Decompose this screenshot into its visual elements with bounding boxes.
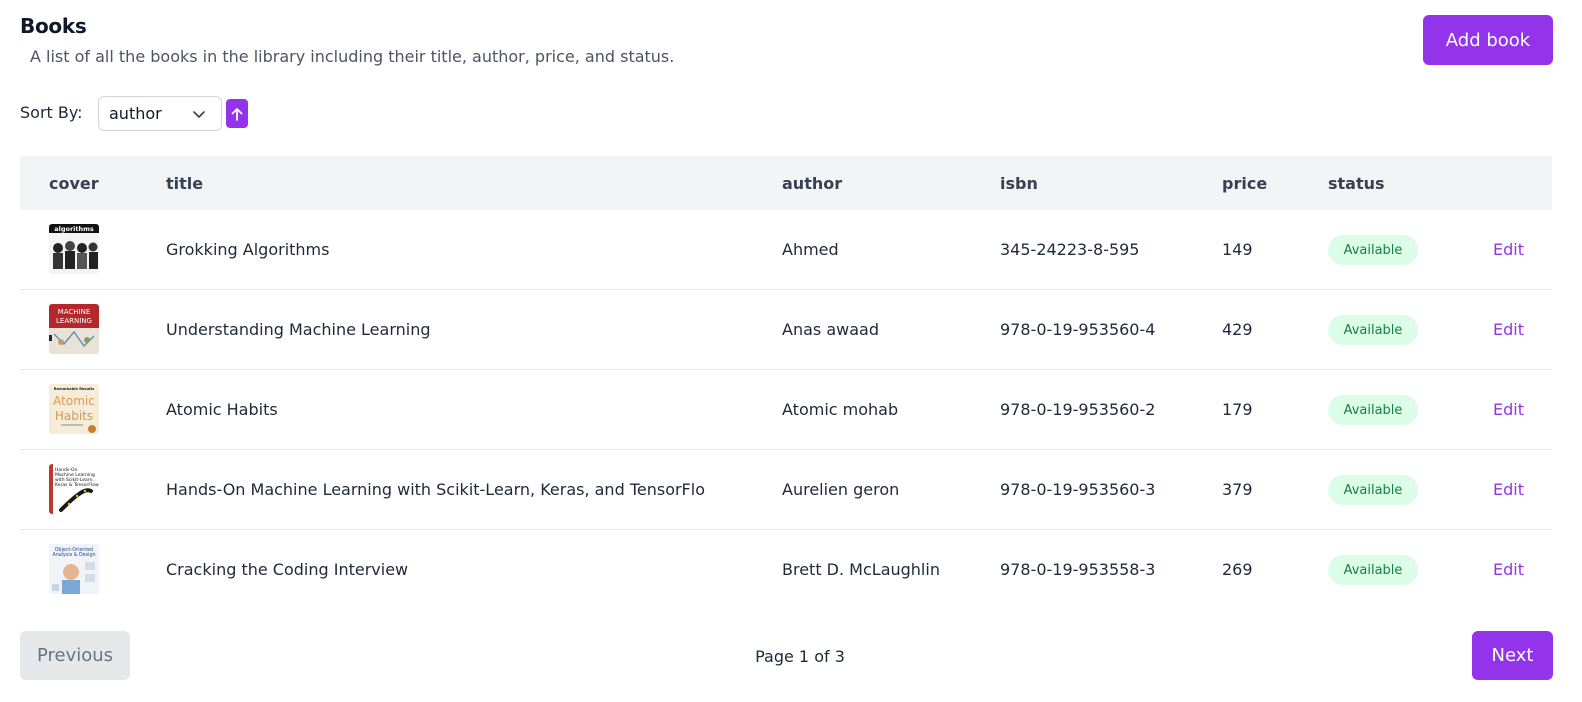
table-row: algorithms Grokking Algorithms Ahmed 345… bbox=[20, 210, 1552, 290]
edit-link[interactable]: Edit bbox=[1493, 400, 1524, 419]
book-cover-image: algorithms bbox=[49, 224, 99, 274]
book-price: 429 bbox=[1222, 320, 1253, 339]
book-title: Grokking Algorithms bbox=[166, 240, 330, 259]
edit-link[interactable]: Edit bbox=[1493, 560, 1524, 579]
arrow-up-icon bbox=[231, 107, 243, 121]
svg-text:Atomic: Atomic bbox=[53, 394, 95, 408]
svg-text:algorithms: algorithms bbox=[54, 225, 94, 233]
book-price: 149 bbox=[1222, 240, 1253, 259]
book-title: Atomic Habits bbox=[166, 400, 278, 419]
table-row: Object-Oriented Analysis & Design Cracki… bbox=[20, 530, 1552, 610]
svg-text:LEARNING: LEARNING bbox=[56, 317, 92, 325]
page-indicator: Page 1 of 3 bbox=[755, 647, 845, 666]
status-badge: Available bbox=[1328, 395, 1418, 425]
sort-select[interactable]: author bbox=[98, 96, 222, 131]
book-author: Ahmed bbox=[782, 240, 839, 259]
edit-link[interactable]: Edit bbox=[1493, 240, 1524, 259]
column-header-status[interactable]: status bbox=[1328, 174, 1385, 193]
page-subtitle: A list of all the books in the library i… bbox=[30, 47, 675, 66]
book-price: 379 bbox=[1222, 480, 1253, 499]
page-title: Books bbox=[20, 14, 87, 38]
svg-text:Habits: Habits bbox=[55, 409, 93, 423]
book-isbn: 345-24223-8-595 bbox=[1000, 240, 1140, 259]
book-author: Atomic mohab bbox=[782, 400, 899, 419]
status-badge: Available bbox=[1328, 235, 1418, 265]
book-price: 179 bbox=[1222, 400, 1253, 419]
book-isbn: 978-0-19-953560-4 bbox=[1000, 320, 1156, 339]
column-header-cover[interactable]: cover bbox=[49, 174, 99, 193]
book-title: Understanding Machine Learning bbox=[166, 320, 431, 339]
chevron-down-icon bbox=[193, 111, 205, 118]
add-book-button[interactable]: Add book bbox=[1423, 15, 1553, 65]
column-header-author[interactable]: author bbox=[782, 174, 842, 193]
edit-link[interactable]: Edit bbox=[1493, 320, 1524, 339]
book-title: Cracking the Coding Interview bbox=[166, 560, 409, 579]
table-row: Hands-On Machine Learning with Scikit-Le… bbox=[20, 450, 1552, 530]
status-badge: Available bbox=[1328, 315, 1418, 345]
book-isbn: 978-0-19-953558-3 bbox=[1000, 560, 1156, 579]
sort-select-value: author bbox=[109, 104, 162, 123]
book-cover-image: MACHINE LEARNING bbox=[49, 304, 99, 354]
book-isbn: 978-0-19-953560-3 bbox=[1000, 480, 1156, 499]
table-row: MACHINE LEARNING Understanding Machine L… bbox=[20, 290, 1552, 370]
book-cover-image: Hands-On Machine Learning with Scikit-Le… bbox=[49, 464, 99, 514]
column-header-isbn[interactable]: isbn bbox=[1000, 174, 1038, 193]
svg-text:Remarkable Results: Remarkable Results bbox=[54, 387, 94, 391]
edit-link[interactable]: Edit bbox=[1493, 480, 1524, 499]
svg-text:Analysis & Design: Analysis & Design bbox=[52, 552, 95, 558]
book-cover-image: Remarkable Results Atomic Habits bbox=[49, 384, 99, 434]
book-isbn: 978-0-19-953560-2 bbox=[1000, 400, 1156, 419]
column-header-price[interactable]: price bbox=[1222, 174, 1267, 193]
sort-direction-button[interactable] bbox=[226, 99, 248, 128]
column-header-title[interactable]: title bbox=[166, 174, 203, 193]
book-author: Anas awaad bbox=[782, 320, 879, 339]
book-title: Hands-On Machine Learning with Scikit-Le… bbox=[166, 480, 705, 499]
svg-text:Keras & TensorFlow: Keras & TensorFlow bbox=[55, 482, 99, 488]
book-price: 269 bbox=[1222, 560, 1253, 579]
table-row: Remarkable Results Atomic Habits Atomic … bbox=[20, 370, 1552, 450]
status-badge: Available bbox=[1328, 475, 1418, 505]
sort-label: Sort By: bbox=[20, 103, 83, 122]
book-cover-image: Object-Oriented Analysis & Design bbox=[49, 544, 99, 594]
book-author: Aurelien geron bbox=[782, 480, 900, 499]
table-header: cover title author isbn price status bbox=[20, 156, 1552, 210]
status-badge: Available bbox=[1328, 555, 1418, 585]
books-table: cover title author isbn price status alg… bbox=[20, 156, 1552, 610]
svg-text:MACHINE: MACHINE bbox=[58, 308, 91, 316]
book-author: Brett D. McLaughlin bbox=[782, 560, 940, 579]
next-button[interactable]: Next bbox=[1472, 631, 1553, 680]
